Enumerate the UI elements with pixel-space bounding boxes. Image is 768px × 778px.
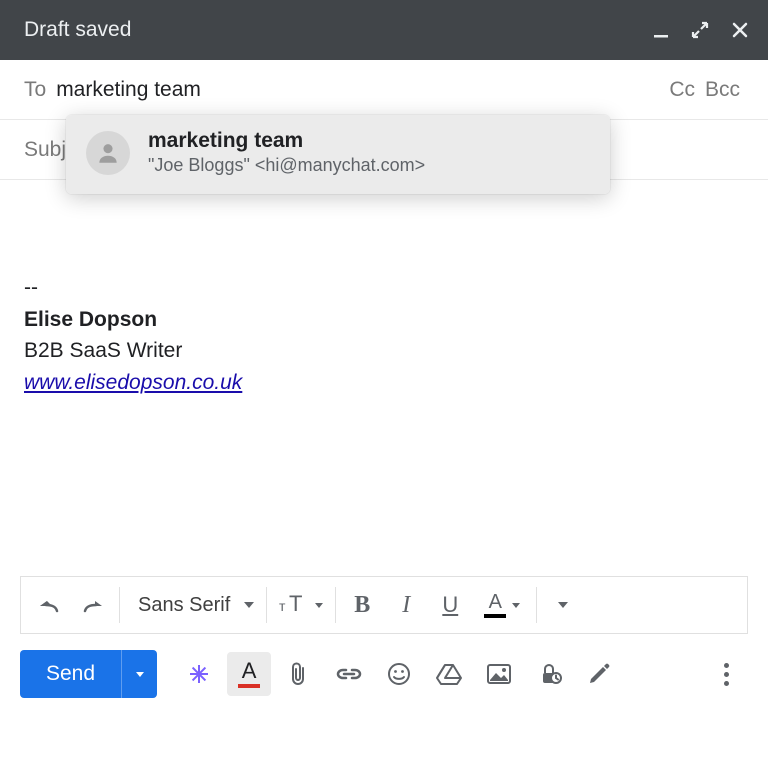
italic-button[interactable]: I [384,583,428,627]
format-toolbar: Sans Serif т T B I U A [20,576,748,634]
font-family-select[interactable]: Sans Serif [124,583,262,627]
cc-button[interactable]: Cc [669,78,695,102]
confidential-mode-button[interactable] [527,652,571,696]
svg-text:т: т [279,598,286,614]
more-options-button[interactable] [704,652,748,696]
action-bar: Send A [0,634,768,718]
text-format-toggle[interactable]: A [227,652,271,696]
popout-icon[interactable] [690,20,710,40]
autocomplete-name: marketing team [148,129,425,153]
compose-body[interactable]: -- Elise Dopson B2B SaaS Writer www.elis… [0,180,768,576]
insert-emoji-button[interactable] [377,652,421,696]
send-button[interactable]: Send [20,650,121,698]
insert-drive-button[interactable] [427,652,471,696]
signature-separator: -- [24,272,744,304]
bold-button[interactable]: B [340,583,384,627]
signature-name: Elise Dopson [24,304,744,336]
insert-link-button[interactable] [327,652,371,696]
bcc-button[interactable]: Bcc [705,78,740,102]
autocomplete-item[interactable]: marketing team "Joe Bloggs" <hi@manychat… [66,115,610,194]
chevron-down-icon [512,603,520,608]
window-title: Draft saved [24,18,131,42]
undo-button[interactable] [27,583,71,627]
autocomplete-dropdown: marketing team "Joe Bloggs" <hi@manychat… [66,115,610,194]
minimize-icon[interactable] [652,21,670,39]
signature-title: B2B SaaS Writer [24,335,744,367]
window-header: Draft saved [0,0,768,60]
autocomplete-email: "Joe Bloggs" <hi@manychat.com> [148,155,425,176]
to-label: To [24,78,46,102]
signature-link[interactable]: www.elisedopson.co.uk [24,371,242,394]
close-icon[interactable] [730,20,750,40]
chevron-down-icon [315,603,323,608]
text-color-button[interactable]: A [472,583,532,627]
chevron-down-icon [244,602,254,608]
font-size-button[interactable]: т T [271,583,331,627]
svg-text:T: T [289,593,302,616]
insert-signature-button[interactable] [577,652,621,696]
spark-icon[interactable] [177,652,221,696]
attach-file-button[interactable] [277,652,321,696]
kebab-icon [724,663,729,686]
font-family-label: Sans Serif [138,594,230,617]
insert-image-button[interactable] [477,652,521,696]
window-controls [652,20,750,40]
more-formatting-button[interactable] [541,583,585,627]
to-value[interactable]: marketing team [56,78,201,102]
avatar-placeholder-icon [86,131,130,175]
redo-button[interactable] [71,583,115,627]
to-row[interactable]: To marketing team Cc Bcc [0,60,768,120]
underline-button[interactable]: U [428,583,472,627]
send-options-button[interactable] [121,650,157,698]
